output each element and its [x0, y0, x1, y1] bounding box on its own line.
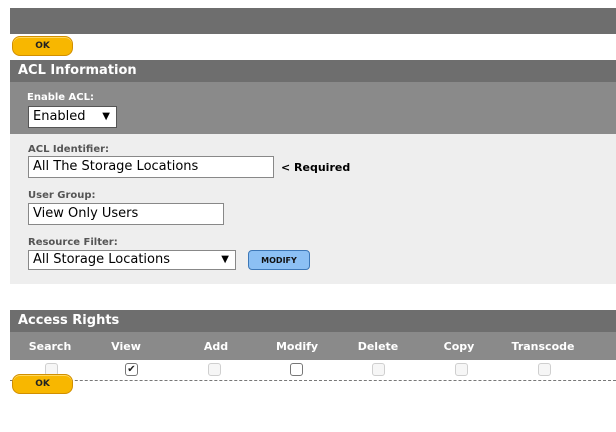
acl-identifier-label: ACL Identifier:: [28, 144, 110, 155]
resource-filter-value: All Storage Locations: [33, 252, 171, 267]
enable-acl-select[interactable]: Enabled ▼: [28, 106, 117, 128]
col-header-view: View: [111, 340, 141, 353]
col-header-modify: Modify: [275, 340, 319, 353]
add-checkbox[interactable]: [208, 363, 221, 376]
top-toolbar: [10, 8, 616, 34]
ok-button-top[interactable]: OK: [12, 36, 73, 56]
col-header-delete: Delete: [357, 340, 399, 353]
resource-filter-label: Resource Filter:: [28, 237, 118, 248]
caret-down-icon: ▼: [221, 254, 229, 265]
enable-acl-value: Enabled: [33, 109, 86, 124]
col-header-transcode: Transcode: [511, 340, 575, 353]
caret-down-icon: ▼: [102, 111, 110, 122]
transcode-checkbox[interactable]: [538, 363, 551, 376]
view-checkbox[interactable]: ✔: [125, 363, 138, 376]
ok-button-bottom[interactable]: OK: [12, 374, 73, 394]
modify-button[interactable]: MODIFY: [248, 250, 310, 270]
modify-checkbox[interactable]: [290, 363, 303, 376]
user-group-input[interactable]: View Only Users: [28, 203, 224, 225]
col-header-add: Add: [203, 340, 229, 353]
col-header-copy: Copy: [443, 340, 475, 353]
copy-checkbox[interactable]: [455, 363, 468, 376]
required-note: < Required: [281, 161, 351, 174]
resource-filter-select[interactable]: All Storage Locations ▼: [28, 250, 236, 270]
check-icon: ✔: [127, 363, 136, 375]
enable-acl-label: Enable ACL:: [27, 92, 94, 103]
access-rights-header: Access Rights: [10, 310, 616, 332]
dashed-separator: [10, 380, 616, 381]
col-header-search: Search: [28, 340, 72, 353]
acl-information-header: ACL Information: [10, 60, 616, 82]
access-rights-row: [10, 360, 616, 382]
acl-identifier-input[interactable]: All The Storage Locations: [28, 156, 274, 178]
user-group-label: User Group:: [28, 190, 96, 201]
delete-checkbox[interactable]: [372, 363, 385, 376]
